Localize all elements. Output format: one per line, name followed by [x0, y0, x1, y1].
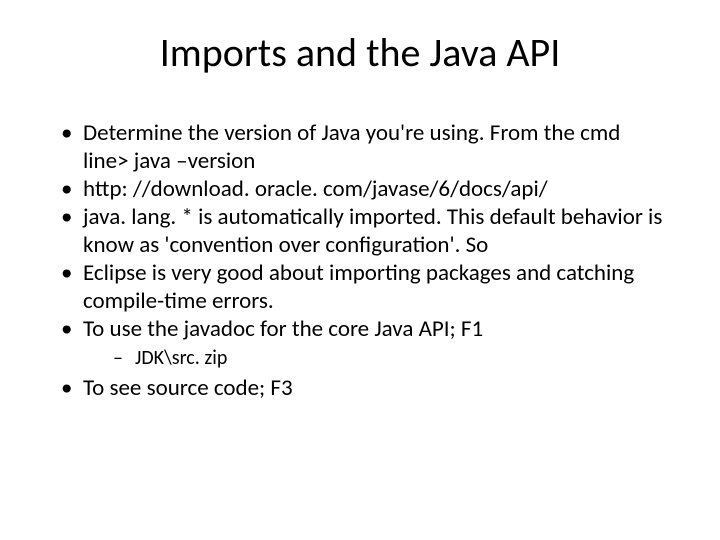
list-item: To use the javadoc for the core Java API… — [55, 315, 665, 371]
sub-list-item: JDK\src. zip — [113, 346, 665, 371]
list-item: To see source code; F3 — [55, 374, 665, 402]
slide-title: Imports and the Java API — [55, 28, 665, 77]
list-item: Eclipse is very good about importing pac… — [55, 259, 665, 315]
list-item: Determine the version of Java you're usi… — [55, 119, 665, 175]
bullet-list: Determine the version of Java you're usi… — [55, 119, 665, 402]
list-item: java. lang. * is automatically imported.… — [55, 203, 665, 259]
list-item: http: //download. oracle. com/javase/6/d… — [55, 175, 665, 203]
sub-bullet-list: JDK\src. zip — [83, 346, 665, 371]
list-item-text: To use the javadoc for the core Java API… — [83, 315, 483, 343]
